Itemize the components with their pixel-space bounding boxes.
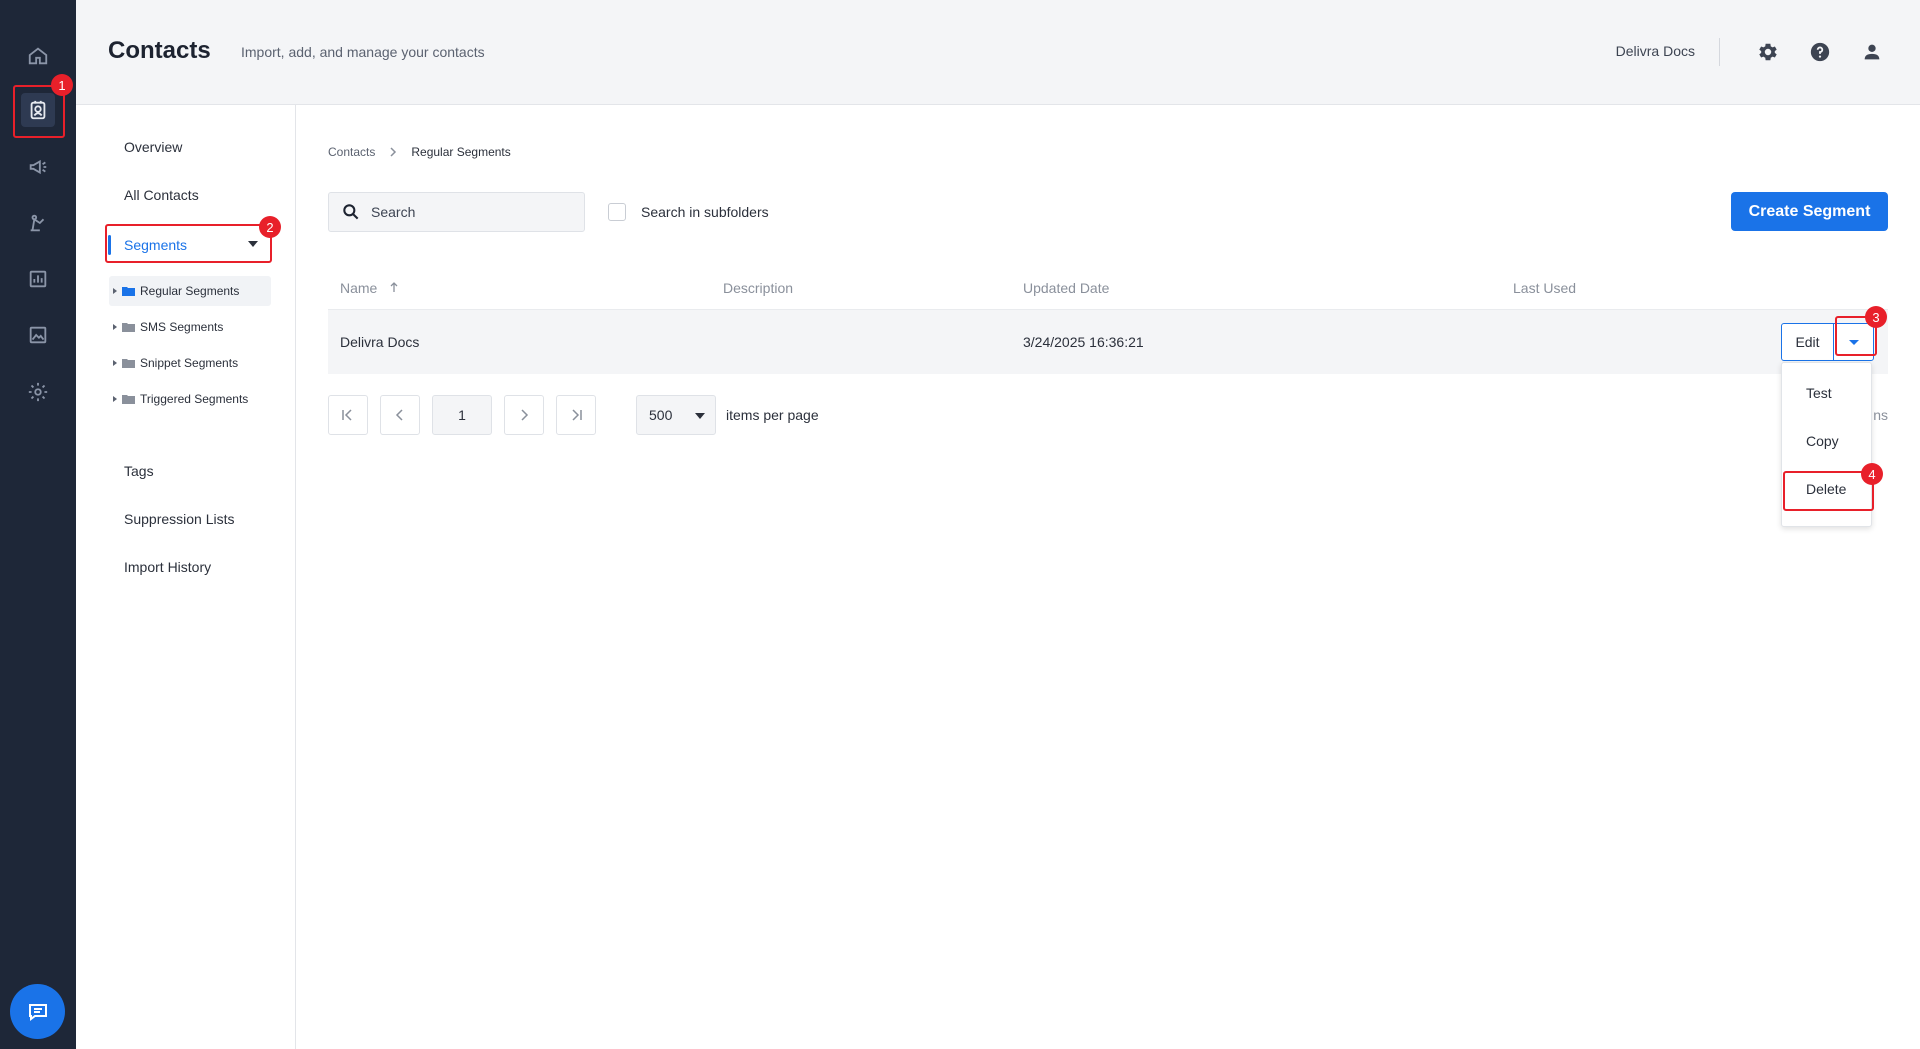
expand-arrow-icon	[113, 396, 117, 402]
megaphone-icon[interactable]	[21, 150, 55, 184]
home-icon[interactable]	[21, 39, 55, 73]
page-subtitle: Import, add, and manage your contacts	[241, 44, 485, 60]
folder-snippet-segments[interactable]: Snippet Segments	[109, 348, 271, 378]
menu-item-copy[interactable]: Copy	[1806, 433, 1839, 449]
annotation-badge-1: 1	[51, 74, 73, 96]
subnav-item-all-contacts[interactable]: All Contacts	[124, 187, 199, 203]
chevron-left-icon	[395, 409, 403, 421]
page-header: Contacts Import, add, and manage your co…	[76, 0, 1920, 105]
chevron-right-icon	[521, 409, 529, 421]
subnav-item-import-history[interactable]: Import History	[124, 559, 211, 575]
caret-down-icon	[695, 413, 705, 419]
folder-triggered-segments[interactable]: Triggered Segments	[109, 384, 271, 414]
current-page-number[interactable]: 1	[432, 395, 492, 435]
reports-icon[interactable]	[21, 262, 55, 296]
folder-sms-segments[interactable]: SMS Segments	[109, 312, 271, 342]
search-subfolders-label: Search in subfolders	[641, 204, 769, 220]
column-header-name[interactable]: Name	[340, 267, 399, 309]
subnav-item-tags[interactable]: Tags	[124, 463, 154, 479]
expand-arrow-icon	[113, 360, 117, 366]
annotation-badge-2: 2	[259, 216, 281, 238]
left-rail	[0, 0, 76, 1049]
settings-gear-icon[interactable]	[21, 375, 55, 409]
expand-arrow-icon	[113, 288, 117, 294]
page-title: Contacts	[108, 37, 211, 64]
cell-updated-date: 3/24/2025 16:36:21	[1023, 334, 1144, 350]
account-name[interactable]: Delivra Docs	[1616, 43, 1695, 59]
sort-ascending-icon	[390, 282, 398, 292]
last-page-button[interactable]	[556, 395, 596, 435]
header-divider	[1719, 38, 1720, 66]
annotation-highlight-delete	[1783, 471, 1874, 511]
first-page-button[interactable]	[328, 395, 368, 435]
breadcrumb: Contacts Regular Segments	[328, 145, 511, 159]
annotation-highlight-segments	[105, 224, 272, 263]
folder-label: SMS Segments	[140, 320, 224, 334]
column-header-last-used[interactable]: Last Used	[1513, 267, 1576, 309]
automation-icon[interactable]	[21, 206, 55, 240]
folder-icon	[122, 395, 135, 404]
chevron-right-icon	[390, 147, 397, 157]
media-icon[interactable]	[21, 318, 55, 352]
folder-label: Snippet Segments	[140, 356, 239, 370]
folder-regular-segments[interactable]: Regular Segments	[109, 276, 271, 306]
search-subfolders-checkbox[interactable]	[608, 203, 626, 221]
column-header-updated-date[interactable]: Updated Date	[1023, 267, 1109, 309]
chat-icon	[28, 1003, 47, 1021]
main-content: Contacts Regular Segments Search in subf…	[297, 105, 1920, 1049]
next-page-button[interactable]	[504, 395, 544, 435]
column-header-description[interactable]: Description	[723, 267, 793, 309]
table-row[interactable]: Delivra Docs 3/24/2025 16:36:21 Edit	[328, 310, 1888, 374]
column-name-label: Name	[340, 280, 378, 296]
menu-item-test[interactable]: Test	[1806, 385, 1832, 401]
search-field[interactable]	[328, 192, 585, 232]
annotation-badge-3: 3	[1865, 306, 1887, 328]
search-input[interactable]	[371, 204, 551, 220]
pagination: 1 500 items per page	[328, 395, 819, 435]
help-icon[interactable]	[1806, 38, 1834, 66]
chat-support-button[interactable]	[10, 984, 65, 1039]
create-segment-button[interactable]: Create Segment	[1731, 192, 1888, 231]
items-per-page-label: items per page	[726, 407, 819, 423]
per-page-value: 500	[649, 407, 673, 423]
previous-page-button[interactable]	[380, 395, 420, 435]
annotation-badge-4: 4	[1861, 463, 1883, 485]
folder-label: Regular Segments	[140, 284, 240, 298]
breadcrumb-root[interactable]: Contacts	[328, 145, 375, 159]
user-profile-icon[interactable]	[1858, 38, 1886, 66]
breadcrumb-current: Regular Segments	[411, 145, 511, 159]
items-count-text: ns	[1873, 407, 1888, 423]
first-page-icon	[342, 409, 352, 421]
subnav-item-suppression-lists[interactable]: Suppression Lists	[124, 511, 235, 527]
folder-icon	[122, 359, 135, 368]
cell-name[interactable]: Delivra Docs	[340, 310, 419, 374]
folder-label: Triggered Segments	[140, 392, 249, 406]
last-page-icon	[572, 409, 582, 421]
folder-icon	[122, 287, 135, 296]
search-icon	[343, 204, 359, 220]
expand-arrow-icon	[113, 324, 117, 330]
edit-button[interactable]: Edit	[1782, 324, 1834, 360]
subnav-item-overview[interactable]: Overview	[124, 139, 182, 155]
gear-icon[interactable]	[1754, 38, 1782, 66]
folder-icon	[122, 323, 135, 332]
items-per-page-select[interactable]: 500	[636, 395, 716, 435]
